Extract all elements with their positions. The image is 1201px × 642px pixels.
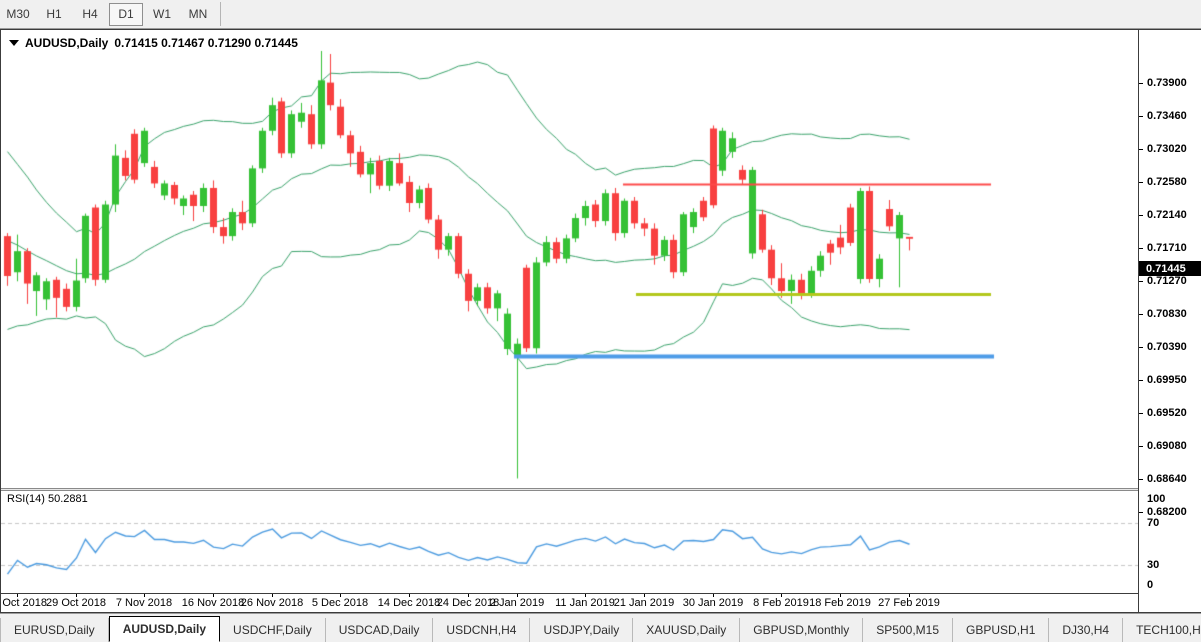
price-tick-mark xyxy=(1139,512,1143,513)
timeframe-button-d1[interactable]: D1 xyxy=(109,3,143,26)
price-tick-mark xyxy=(1139,116,1143,117)
price-tick-label: 0.69080 xyxy=(1147,440,1187,452)
price-tick-mark xyxy=(1139,248,1143,249)
price-tick-mark xyxy=(1139,479,1143,480)
date-tick-label: 21 Jan 2019 xyxy=(614,597,675,609)
date-axis[interactable]: 19 Oct 201829 Oct 2018 7 Nov 2018 16 Nov 2… xyxy=(1,594,1138,612)
price-tick-label: 0.70390 xyxy=(1147,341,1187,353)
rsi-chart-canvas[interactable] xyxy=(1,491,1138,593)
timeframe-button-m30[interactable]: M30 xyxy=(1,3,35,26)
rsi-tick-label: 0 xyxy=(1147,579,1153,591)
date-tick-label: 11 Jan 2019 xyxy=(555,597,615,609)
rsi-tick-label: 30 xyxy=(1147,559,1159,571)
timeframe-toolbar: M30H1H4D1W1MN xyxy=(0,0,1201,29)
toolbar-separator xyxy=(220,2,221,26)
plot-area: AUDUSD,Daily 0.71415 0.71467 0.71290 0.7… xyxy=(1,30,1138,612)
price-tick-label: 0.69950 xyxy=(1147,374,1187,386)
price-tick-label: 0.71270 xyxy=(1147,275,1187,287)
price-tick-label: 0.73020 xyxy=(1147,143,1187,155)
price-tick-mark xyxy=(1139,413,1143,414)
price-tick-mark xyxy=(1139,182,1143,183)
rsi-tick-label: 100 xyxy=(1147,493,1165,505)
price-tick-label: 0.69520 xyxy=(1147,407,1187,419)
price-tick-label: 0.73900 xyxy=(1147,77,1187,89)
chart-frame: AUDUSD,Daily 0.71415 0.71467 0.71290 0.7… xyxy=(0,29,1201,613)
chart-title: AUDUSD,Daily 0.71415 0.71467 0.71290 0.7… xyxy=(9,36,298,50)
date-tick-label: 29 Oct 2018 xyxy=(46,597,106,609)
price-tick-mark xyxy=(1139,446,1143,447)
price-tick-label: 0.71710 xyxy=(1147,242,1187,254)
chart-ohlc-values: 0.71415 0.71467 0.71290 0.71445 xyxy=(114,36,298,50)
symbol-tab-gbpusd-h1[interactable]: GBPUSD,H1 xyxy=(953,618,1049,642)
chart-symbol-label: AUDUSD,Daily xyxy=(25,36,108,50)
price-tick-mark xyxy=(1139,149,1143,150)
symbol-tab-sp500-m15[interactable]: SP500,M15 xyxy=(863,618,953,642)
date-tick-label: 5 Dec 2018 xyxy=(312,597,368,609)
symbol-tab-audusd-daily[interactable]: AUDUSD,Daily xyxy=(109,616,220,642)
date-tick-label: 16 Nov 2018 xyxy=(182,597,244,609)
rsi-indicator-label: RSI(14) 50.2881 xyxy=(7,493,88,505)
symbol-tab-usdjpy-daily[interactable]: USDJPY,Daily xyxy=(530,618,633,642)
price-tick-label: 0.70830 xyxy=(1147,308,1187,320)
last-price-badge: 0.71445 xyxy=(1139,261,1201,276)
date-tick-label: 8 Feb 2019 xyxy=(753,597,809,609)
date-tick-label: 19 Oct 2018 xyxy=(0,597,47,609)
price-tick-label: 0.72580 xyxy=(1147,176,1187,188)
price-scale[interactable]: 0.73900 0.73460 0.73020 0.72580 0.72140 0.717… xyxy=(1138,30,1201,612)
symbol-tab-gbpusd-monthly[interactable]: GBPUSD,Monthly xyxy=(740,618,863,642)
price-tick-mark xyxy=(1139,347,1143,348)
price-tick-mark xyxy=(1139,215,1143,216)
price-tick-label: 0.72140 xyxy=(1147,209,1187,221)
symbol-tab-xauusd-daily[interactable]: XAUUSD,Daily xyxy=(633,618,740,642)
date-tick-label: 27 Feb 2019 xyxy=(878,597,940,609)
date-tick-label: 30 Jan 2019 xyxy=(683,597,744,609)
timeframe-button-h4[interactable]: H4 xyxy=(73,3,107,26)
price-tick-label: 0.73460 xyxy=(1147,110,1187,122)
chart-dropdown-arrow-icon[interactable] xyxy=(9,40,19,46)
timeframe-button-h1[interactable]: H1 xyxy=(37,3,71,26)
symbol-tab-usdcad-daily[interactable]: USDCAD,Daily xyxy=(326,618,434,642)
price-tick-label: 0.68640 xyxy=(1147,473,1187,485)
price-tick-mark xyxy=(1139,314,1143,315)
date-tick-label: 7 Nov 2018 xyxy=(116,597,172,609)
price-tick-mark xyxy=(1139,281,1143,282)
symbol-tab-usdcnh-h4[interactable]: USDCNH,H4 xyxy=(433,618,530,642)
mt4-chart-window: M30H1H4D1W1MN AUDUSD,Daily 0.71415 0.714… xyxy=(0,0,1201,642)
symbol-tab-bar: EURUSD,DailyAUDUSD,DailyUSDCHF,DailyUSDC… xyxy=(0,613,1201,642)
date-tick-label: 2 Jan 2019 xyxy=(490,597,544,609)
date-tick-label: 26 Nov 2018 xyxy=(241,597,303,609)
price-chart-canvas[interactable] xyxy=(1,30,1138,488)
timeframe-button-mn[interactable]: MN xyxy=(181,3,215,26)
symbol-tab-eurusd-daily[interactable]: EURUSD,Daily xyxy=(0,618,109,642)
date-tick-label: 18 Feb 2019 xyxy=(809,597,871,609)
symbol-tab-dj30-h4[interactable]: DJ30,H4 xyxy=(1049,618,1123,642)
date-tick-label: 14 Dec 2018 xyxy=(378,597,440,609)
symbol-tab-usdchf-daily[interactable]: USDCHF,Daily xyxy=(220,618,326,642)
rsi-tick-label: 70 xyxy=(1147,517,1159,529)
price-tick-mark xyxy=(1139,83,1143,84)
symbol-tab-tech100-h1[interactable]: TECH100,H1 xyxy=(1123,618,1201,642)
price-tick-mark xyxy=(1139,380,1143,381)
timeframe-button-w1[interactable]: W1 xyxy=(145,3,179,26)
